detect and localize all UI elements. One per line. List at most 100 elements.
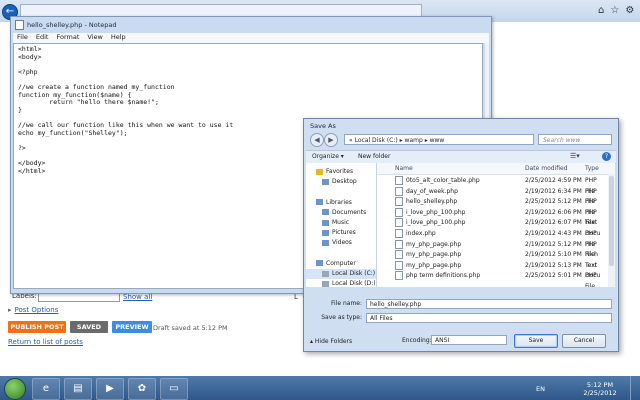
show-desktop-button[interactable] <box>630 376 640 400</box>
file-row[interactable]: my_php_page.php 2/19/2012 5:13 PM Text Doc… <box>377 260 607 279</box>
nav-item[interactable]: Local Disk (C:) <box>306 269 376 279</box>
file-icon <box>395 239 403 249</box>
clock[interactable]: 5:12 PM 2/25/2012 <box>578 381 622 397</box>
nav-item[interactable]: Music <box>306 218 376 228</box>
show-all-link[interactable]: Show all <box>123 293 152 301</box>
nav-buttons: ◀ ▶ <box>310 133 340 147</box>
menu-help[interactable]: Help <box>111 33 126 41</box>
nav-item[interactable]: Videos <box>306 238 376 248</box>
nav-item-label: Favorites <box>326 168 354 175</box>
new-folder-button[interactable]: New folder <box>358 153 390 160</box>
save-as-type-select[interactable]: All Files <box>366 313 612 323</box>
nav-item-label: Videos <box>332 239 352 247</box>
browser-home-star-gear-icons[interactable]: ⌂☆⚙ <box>598 5 640 16</box>
hide-folders-toggle[interactable]: ▴ Hide Folders <box>310 338 352 345</box>
notepad-title-bar[interactable]: hello_shelley.php - Notepad <box>15 19 117 31</box>
help-icon[interactable]: ? <box>602 152 611 161</box>
media-player-icon[interactable]: ▶ <box>96 378 124 400</box>
nav-item <box>306 249 376 259</box>
notepad-menu-bar: File Edit Format View Help <box>13 33 489 43</box>
obscured-label-fragment: L <box>294 293 298 301</box>
nav-item-label: Music <box>332 219 350 226</box>
post-options-label: Post Options <box>14 306 59 314</box>
file-row[interactable]: my_php_page.php 2/19/2012 5:12 PM PHP File <box>377 239 607 258</box>
return-to-posts-link[interactable]: Return to list of posts <box>8 338 83 346</box>
file-date-cell: 2/19/2012 5:13 PM <box>525 261 582 269</box>
file-row[interactable]: i_love_php_100.php 2/19/2012 6:06 PM PHP F… <box>377 207 607 226</box>
nav-item-label: Local Disk (D:) <box>332 280 376 287</box>
file-name-cell: my_php_page.php <box>395 260 461 272</box>
encoding-select[interactable]: ANSI <box>431 335 507 345</box>
file-row[interactable]: php term definitions.php 2/25/2012 5:01 P… <box>377 271 607 287</box>
file-date-cell: 2/19/2012 6:06 PM <box>525 208 582 216</box>
file-row[interactable]: index.php 2/19/2012 4:43 PM PHP File <box>377 229 607 248</box>
save-as-type-label: Save as type: <box>321 314 362 321</box>
nav-item-label: Local Disk (C:) <box>332 270 376 277</box>
file-date-cell: 2/19/2012 5:10 PM <box>525 251 582 259</box>
menu-view[interactable]: View <box>87 33 102 41</box>
file-row[interactable]: hello_shelley.php 2/25/2012 5:12 PM PHP Fi… <box>377 197 607 216</box>
file-icon <box>395 260 403 270</box>
nav-item-label: Computer <box>326 259 356 267</box>
file-row[interactable]: day_of_week.php 2/19/2012 6:34 PM PHP File <box>377 186 607 205</box>
back-arrow-icon[interactable]: ◀ <box>310 133 324 147</box>
menu-format[interactable]: Format <box>56 33 79 41</box>
file-name-input[interactable]: hello_shelley.php <box>366 299 612 309</box>
nav-item[interactable]: Favorites <box>306 167 376 177</box>
nav-item[interactable]: Desktop <box>306 177 376 187</box>
language-indicator[interactable]: EN <box>536 385 545 393</box>
start-button[interactable] <box>4 378 26 400</box>
file-date-cell: 2/19/2012 4:43 PM <box>525 230 582 237</box>
column-name[interactable]: Name <box>395 165 413 172</box>
file-name-cell: index.php <box>395 229 436 240</box>
organize-button[interactable]: Organize ▾ <box>312 153 344 160</box>
save-button[interactable]: Save <box>514 334 558 348</box>
file-icon <box>395 218 403 228</box>
preview-button[interactable]: PREVIEW <box>112 321 152 333</box>
app-icon[interactable]: ✿ <box>128 378 156 400</box>
internet-explorer-icon[interactable]: e <box>32 378 60 400</box>
file-row[interactable]: 0to5_alt_color_table.php 2/25/2012 4:59 P… <box>377 176 607 195</box>
saved-button[interactable]: SAVED <box>70 321 108 333</box>
column-date-modified[interactable]: Date modified <box>525 165 568 172</box>
file-row[interactable]: my_php_page.php 2/19/2012 5:10 PM Rich Tex… <box>377 250 607 269</box>
file-name-cell: i_love_php_100.php <box>395 207 465 219</box>
file-name-cell: php term definitions.php <box>395 271 480 282</box>
view-options-icon[interactable]: ☰▾ <box>570 152 580 160</box>
file-name-cell: hello_shelley.php <box>395 197 457 208</box>
scrollbar-thumb[interactable] <box>609 176 614 266</box>
notepad-taskbar-icon[interactable]: ▭ <box>160 378 188 400</box>
nav-item <box>306 187 376 197</box>
file-name-label: File name: <box>331 300 362 307</box>
pictures-icon <box>322 229 329 236</box>
search-input[interactable]: Search www <box>538 134 612 145</box>
nav-item-label: Documents <box>332 208 367 216</box>
menu-edit[interactable]: Edit <box>36 33 49 41</box>
column-type[interactable]: Type <box>585 165 599 172</box>
nav-item[interactable]: Libraries <box>306 198 376 208</box>
nav-item[interactable]: Computer <box>306 259 376 269</box>
nav-item[interactable]: Pictures <box>306 228 376 238</box>
address-bar[interactable]: « Local Disk (C:) ▸ wamp ▸ www <box>344 134 534 145</box>
nav-item[interactable]: Documents <box>306 208 376 218</box>
file-icon <box>395 271 403 281</box>
file-icon <box>395 186 403 196</box>
file-list-header: Name Date modified Type <box>377 163 615 175</box>
triangle-right-icon: ▸ <box>8 306 12 314</box>
cancel-button[interactable]: Cancel <box>562 334 606 348</box>
notepad-title: hello_shelley.php - Notepad <box>27 21 117 29</box>
file-list-scrollbar[interactable] <box>608 174 615 287</box>
post-options-toggle[interactable]: ▸ Post Options <box>8 306 58 314</box>
file-date-cell: 2/25/2012 5:12 PM <box>525 198 582 206</box>
computer-icon <box>316 260 323 267</box>
folder-icon[interactable]: ▤ <box>64 378 92 400</box>
file-date-cell: 2/25/2012 4:59 PM <box>525 177 582 184</box>
file-row[interactable]: i_love_php_100.php 2/19/2012 6:07 PM Text … <box>377 218 607 237</box>
nav-item-label: Pictures <box>332 229 356 237</box>
publish-post-button[interactable]: PUBLISH POST <box>8 321 66 333</box>
save-as-dialog[interactable]: Save As ◀ ▶ « Local Disk (C:) ▸ wamp ▸ w… <box>303 118 619 352</box>
menu-file[interactable]: File <box>17 33 28 41</box>
nav-item[interactable]: Local Disk (D:) <box>306 279 376 287</box>
forward-arrow-icon[interactable]: ▶ <box>324 133 338 147</box>
file-date-cell: 2/19/2012 6:07 PM <box>525 219 582 227</box>
